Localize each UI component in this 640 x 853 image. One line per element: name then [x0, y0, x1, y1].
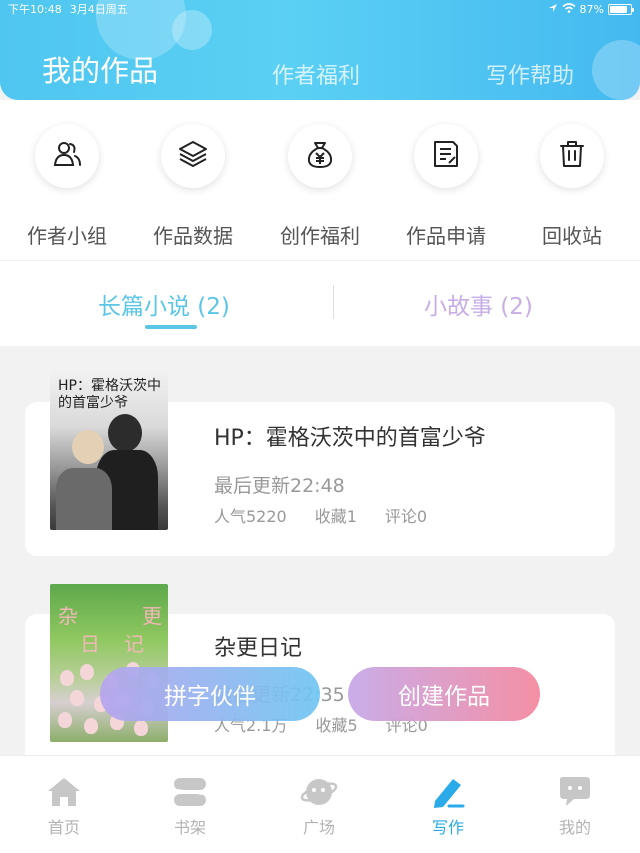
cover-title: HP：霍格沃茨中的首富少爷 — [58, 378, 161, 411]
home-icon — [24, 774, 104, 810]
battery-fill — [610, 5, 628, 13]
tab-writing-help[interactable]: 写作帮助 — [486, 58, 574, 90]
cover-flower — [84, 718, 98, 734]
work-title[interactable]: HP：霍格沃茨中的首富少爷 — [214, 420, 486, 452]
nav-label: 我的 — [558, 818, 591, 837]
quick-circle — [35, 124, 99, 188]
tab-short-stories[interactable]: 小故事 (2) — [424, 287, 533, 321]
work-type-tabs: 长篇小说 (2) 小故事 (2) — [0, 260, 640, 346]
cover-char: 更 — [142, 604, 162, 628]
work-stats: 人气5220 收藏1 评论0 — [214, 503, 427, 527]
quick-author-group[interactable]: 作者小组 — [12, 124, 122, 249]
layers-icon — [178, 139, 208, 173]
work-last-updated: 最后更新22:48 — [214, 475, 345, 497]
document-icon — [431, 139, 461, 173]
tab-divider — [333, 285, 334, 319]
tab-author-benefits[interactable]: 作者福利 — [272, 58, 360, 90]
cover-char: 记 — [124, 632, 144, 656]
stat-popularity: 人气5220 — [214, 507, 287, 526]
nav-home[interactable]: 首页 — [24, 774, 104, 838]
quick-label: 作品申请 — [406, 224, 486, 248]
nav-bookshelf[interactable]: 书架 — [150, 774, 230, 838]
cover-char: 杂 — [58, 604, 78, 628]
nav-mine[interactable]: 我的 — [535, 774, 615, 838]
status-date: 3月4日周五 — [69, 3, 128, 16]
group-icon — [52, 139, 82, 173]
quick-work-application[interactable]: 作品申请 — [391, 124, 501, 249]
bottom-nav: 首页 书架 广场 写作 我的 — [0, 755, 640, 853]
stat-comments: 评论0 — [384, 507, 428, 526]
wifi-icon — [562, 2, 576, 16]
cover-flower — [80, 664, 94, 680]
quick-label: 作品数据 — [153, 224, 233, 248]
tab-long-novels[interactable]: 长篇小说 (2) — [98, 287, 230, 321]
quick-circle — [540, 124, 604, 188]
cover-flower — [60, 670, 74, 686]
money-bag-icon — [305, 139, 335, 173]
status-time: 下午10:48 — [8, 3, 62, 16]
quick-creation-benefits[interactable]: 创作福利 — [265, 124, 375, 249]
tab-my-works[interactable]: 我的作品 — [42, 48, 158, 90]
quick-recycle-bin[interactable]: 回收站 — [517, 124, 627, 249]
status-bar: 下午10:48 3月4日周五 87% — [0, 0, 640, 18]
nav-label: 书架 — [173, 818, 206, 837]
battery-icon — [608, 3, 634, 15]
cover-flower — [70, 690, 84, 706]
work-title[interactable]: 杂更日记 — [214, 630, 302, 662]
quick-circle — [288, 124, 352, 188]
trash-icon — [557, 139, 587, 173]
nav-label: 广场 — [302, 818, 335, 837]
quick-label: 作者小组 — [27, 224, 107, 248]
writing-partner-button[interactable]: 拼字伙伴 — [100, 667, 320, 721]
quick-actions: 作者小组 作品数据 创作福利 作品申请 回收站 — [0, 100, 640, 260]
nav-write[interactable]: 写作 — [408, 774, 488, 838]
cover-flower — [134, 720, 148, 736]
cover-figure — [72, 430, 104, 464]
cover-char: 日 — [80, 632, 100, 656]
header-tabs: 我的作品 作者福利 写作帮助 — [0, 46, 640, 92]
planet-icon — [279, 774, 359, 810]
cover-figure — [56, 468, 112, 530]
pen-icon — [408, 774, 488, 810]
quick-label: 回收站 — [542, 224, 602, 248]
location-icon — [548, 3, 558, 16]
work-cover[interactable]: HP：霍格沃茨中的首富少爷 — [50, 372, 168, 530]
quick-work-data[interactable]: 作品数据 — [138, 124, 248, 249]
cover-flower — [58, 712, 72, 728]
battery-percent: 87% — [579, 2, 604, 16]
bookshelf-icon — [150, 774, 230, 810]
chat-bubble-icon — [535, 774, 615, 810]
stat-favorites: 收藏5 — [315, 716, 358, 735]
quick-circle — [161, 124, 225, 188]
header: 下午10:48 3月4日周五 87% 我的作品 作者福利 写作帮助 — [0, 0, 640, 100]
status-right: 87% — [548, 2, 634, 16]
nav-label: 写作 — [431, 818, 464, 837]
active-tab-underline — [145, 325, 197, 329]
create-work-button[interactable]: 创建作品 — [348, 667, 540, 721]
nav-label: 首页 — [47, 818, 80, 837]
quick-label: 创作福利 — [280, 224, 360, 248]
cover-figure — [108, 414, 142, 452]
stat-favorites: 收藏1 — [314, 507, 357, 526]
quick-circle — [414, 124, 478, 188]
nav-square[interactable]: 广场 — [279, 774, 359, 838]
